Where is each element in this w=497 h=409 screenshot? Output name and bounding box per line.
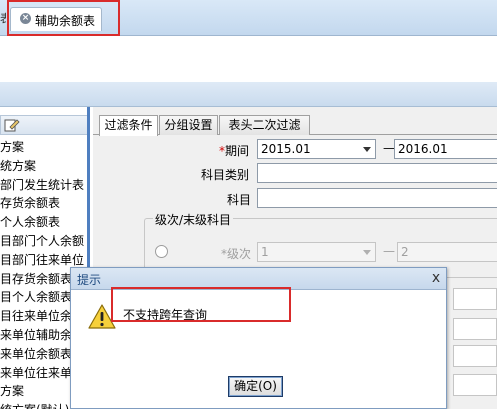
- tree-item[interactable]: 目部门个人余额: [0, 232, 87, 250]
- level-from-select[interactable]: 1: [257, 242, 376, 262]
- edit-icon[interactable]: [4, 117, 20, 133]
- tab-filter-conditions[interactable]: 过滤条件: [99, 115, 158, 136]
- period-label-text: 期间: [225, 144, 250, 158]
- tab-header-secondary-filter[interactable]: 表头二次过滤: [219, 115, 310, 135]
- account-input[interactable]: [257, 188, 497, 208]
- chevron-down-icon[interactable]: [363, 250, 371, 255]
- tree-item[interactable]: 部门发生统计表: [0, 176, 87, 194]
- highlight-box: [111, 287, 291, 322]
- account-type-input[interactable]: [257, 163, 497, 183]
- background-field: [453, 345, 497, 367]
- tree-item[interactable]: 存货余额表: [0, 194, 87, 212]
- ok-button[interactable]: 确定(O): [228, 376, 283, 397]
- level-from-value: 1: [261, 245, 269, 259]
- highlight-box: [7, 0, 120, 36]
- level-range-dash: —: [383, 244, 395, 258]
- tree-toolbar: [0, 115, 87, 135]
- tab-partial[interactable]: 表: [0, 10, 6, 30]
- level-radio[interactable]: [155, 245, 168, 258]
- dialog-title: 提示: [77, 273, 102, 287]
- level-label: *级次: [221, 245, 251, 262]
- level-to-select[interactable]: 2: [397, 242, 497, 262]
- tree-item[interactable]: 方案: [0, 138, 87, 156]
- filter-tabs: 过滤条件 分组设置 表头二次过滤: [93, 115, 497, 136]
- period-to-value: 2016.01: [398, 142, 448, 156]
- level-to-value: 2: [401, 245, 409, 259]
- close-icon[interactable]: x: [428, 269, 444, 287]
- level-groupbox-title: 级次/末级科目: [153, 211, 234, 228]
- tree-item[interactable]: 个人余额表: [0, 213, 87, 231]
- tree-item[interactable]: 统方案: [0, 157, 87, 175]
- period-to-select[interactable]: 2016.01: [394, 139, 497, 159]
- account-type-label: 科目类别: [201, 168, 250, 182]
- background-field: [453, 318, 497, 340]
- period-from-select[interactable]: 2015.01: [257, 139, 376, 159]
- level-label-text: 级次: [227, 247, 252, 261]
- period-from-value: 2015.01: [261, 142, 311, 156]
- background-field: [453, 374, 497, 396]
- panel-header-bar: [0, 82, 497, 107]
- message-dialog: 提示 x 不支持跨年查询 确定(O): [70, 267, 447, 409]
- account-label: 科目: [227, 193, 252, 207]
- background-field: [453, 288, 497, 310]
- tab-group-settings[interactable]: 分组设置: [159, 115, 218, 135]
- tab-strip: 表 × 辅助余额表: [0, 0, 497, 36]
- chevron-down-icon[interactable]: [363, 147, 371, 152]
- content-area: [0, 36, 497, 82]
- period-label: *期间: [219, 142, 249, 159]
